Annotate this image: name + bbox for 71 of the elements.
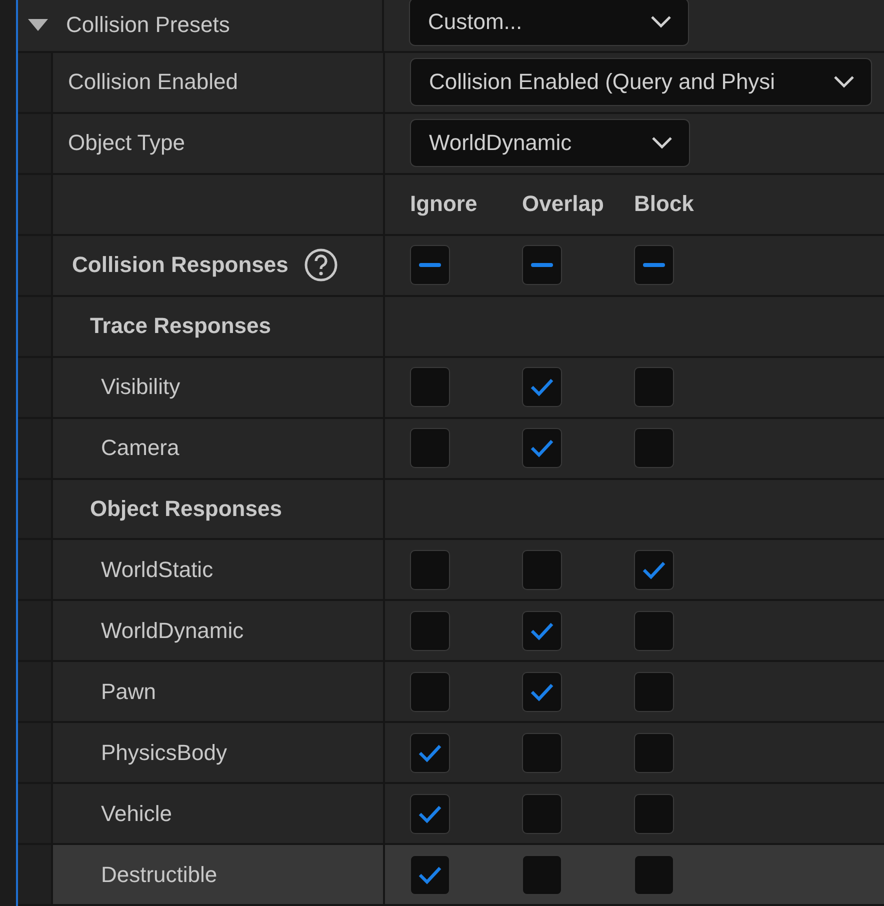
minus-icon (417, 263, 443, 268)
indent-strip (18, 723, 53, 782)
checkbox[interactable] (410, 854, 450, 895)
help-icon[interactable] (304, 248, 338, 282)
checkbox[interactable] (410, 732, 450, 773)
indent-strip (18, 662, 53, 722)
checkbox[interactable] (634, 610, 674, 651)
checkbox[interactable] (410, 428, 450, 468)
checkbox[interactable] (634, 732, 674, 773)
checkbox[interactable] (522, 732, 562, 773)
channel-label: WorldStatic (100, 556, 214, 583)
checkbox[interactable] (410, 672, 450, 712)
indent-strip (18, 418, 53, 478)
checkbox[interactable] (522, 367, 562, 408)
property-dropdown[interactable]: WorldDynamic (410, 119, 690, 168)
response-row[interactable]: WorldDynamic (18, 601, 884, 662)
checkbox[interactable] (522, 245, 562, 286)
response-row[interactable]: Vehicle (18, 784, 884, 846)
checkbox[interactable] (634, 672, 674, 712)
response-row[interactable]: PhysicsBody (18, 723, 884, 784)
property-label: Object Type (67, 130, 185, 156)
indent-strip (18, 601, 53, 660)
column-header: Overlap (522, 191, 604, 216)
chevron-down-icon (833, 75, 855, 90)
group-label: Object Responses (89, 496, 282, 522)
checkbox[interactable] (522, 672, 562, 712)
indent-strip (18, 784, 53, 844)
checkbox[interactable] (634, 794, 674, 834)
presets-dropdown[interactable]: Custom... (409, 0, 689, 46)
checkbox[interactable] (410, 367, 450, 408)
minus-icon (641, 263, 667, 268)
chevron-down-icon (650, 15, 672, 30)
property-label: Collision Presets (66, 12, 230, 38)
response-row[interactable]: WorldStatic (18, 540, 884, 602)
checkbox[interactable] (634, 245, 674, 286)
channel-label: Vehicle (100, 800, 172, 827)
checkbox[interactable] (410, 245, 450, 286)
minus-icon (529, 263, 555, 268)
checkmark-icon (529, 376, 555, 398)
checkbox[interactable] (634, 550, 674, 590)
checkbox[interactable] (410, 794, 450, 834)
channel-label: Visibility (100, 374, 180, 400)
channel-label: Destructible (100, 862, 218, 888)
response-row[interactable]: Camera (18, 418, 884, 480)
checkmark-icon (529, 437, 555, 460)
channel-label: PhysicsBody (100, 740, 227, 766)
property-dropdown[interactable]: Collision Enabled (Query and Physi (410, 58, 872, 106)
property-label: Collision Enabled (67, 69, 238, 96)
chevron-down-icon (651, 136, 673, 150)
column-header: Ignore (410, 191, 478, 216)
checkbox[interactable] (410, 610, 450, 651)
response-row[interactable]: Pawn (18, 662, 884, 724)
expand-triangle-icon[interactable] (28, 19, 48, 32)
column-header: Block (634, 191, 694, 216)
checkbox[interactable] (410, 550, 450, 590)
channel-label: Camera (100, 435, 180, 462)
checkbox[interactable] (522, 550, 562, 590)
checkbox[interactable] (522, 428, 562, 468)
checkbox[interactable] (634, 428, 674, 468)
checkbox[interactable] (634, 854, 674, 895)
checkbox[interactable] (634, 367, 674, 408)
response-row[interactable]: Visibility (18, 358, 884, 419)
checkbox[interactable] (522, 854, 562, 895)
indent-strip (18, 845, 53, 904)
checkbox[interactable] (522, 794, 562, 834)
channel-label: Pawn (100, 678, 156, 705)
checkbox[interactable] (522, 610, 562, 651)
section-label: Collision Responses (71, 252, 288, 278)
response-row[interactable]: Destructible (18, 845, 884, 906)
group-label: Trace Responses (89, 313, 271, 340)
channel-label: WorldDynamic (100, 618, 244, 644)
